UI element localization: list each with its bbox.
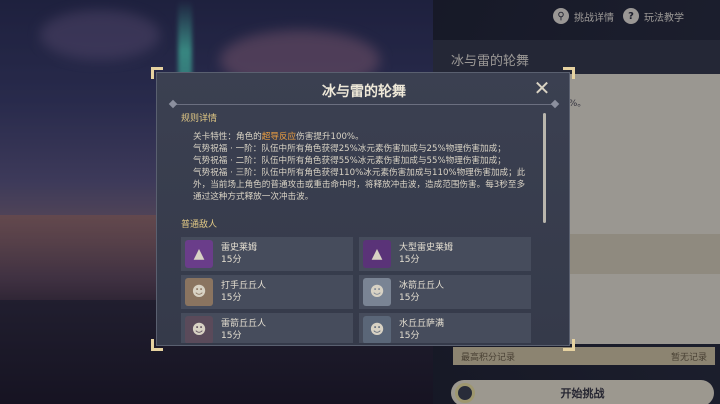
corner-ornament xyxy=(563,67,575,79)
superconduct-highlight: 超导反应 xyxy=(261,132,297,142)
enemy-card[interactable]: ▲ 雷史莱姆 15分 xyxy=(181,237,353,271)
corner-ornament xyxy=(151,67,163,79)
enemy-card[interactable]: ☻ 冰箭丘丘人 15分 xyxy=(359,275,531,309)
corner-ornament xyxy=(151,339,163,351)
rules-intro: 关卡特性：角色的 xyxy=(193,132,262,142)
rules-intro-end: 伤害提升100%。 xyxy=(296,132,364,142)
electro-slime-icon: ▲ xyxy=(185,240,213,268)
rule-line: 气势祝福 · 三阶：队伍中所有角色获得110%冰元素伤害加成与110%物理伤害加… xyxy=(193,168,526,202)
enemy-card[interactable]: ☻ 雷箭丘丘人 15分 xyxy=(181,313,353,343)
event-detail-dialog: 冰与雷的轮舞 ✕ 规则详情 关卡特性：角色的超导反应伤害提升100%。 气势祝福… xyxy=(151,67,575,351)
dialog-title: 冰与雷的轮舞 xyxy=(322,84,406,100)
hydro-samachurl-icon: ☻ xyxy=(363,316,391,343)
enemy-card[interactable]: ▲ 大型雷史莱姆 15分 xyxy=(359,237,531,271)
enemy-name: 冰箭丘丘人 xyxy=(399,281,445,291)
enemy-list: ▲ 雷史莱姆 15分 ▲ 大型雷史莱姆 15分 ☻ 打手丘丘人 15分 ☻ 冰箭丘丘人… xyxy=(181,237,541,343)
large-electro-slime-icon: ▲ xyxy=(363,240,391,268)
scrollbar[interactable] xyxy=(543,113,546,223)
enemy-score: 15分 xyxy=(399,331,420,341)
enemy-score: 15分 xyxy=(399,293,420,303)
enemy-card[interactable]: ☻ 打手丘丘人 15分 xyxy=(181,275,353,309)
rule-line: 气势祝福 · 二阶：队伍中所有角色获得55%冰元素伤害加成与55%物理伤害加成； xyxy=(193,156,506,166)
enemy-score: 15分 xyxy=(399,255,420,265)
dialog-scroll-area[interactable]: 规则详情 关卡特性：角色的超导反应伤害提升100%。 气势祝福 · 一阶：队伍中… xyxy=(181,111,541,343)
enemy-score: 15分 xyxy=(221,255,242,265)
close-icon[interactable]: ✕ xyxy=(531,77,553,99)
hilichurl-fighter-icon: ☻ xyxy=(185,278,213,306)
cryo-hilichurl-shooter-icon: ☻ xyxy=(363,278,391,306)
electro-hilichurl-shooter-icon: ☻ xyxy=(185,316,213,343)
enemies-heading: 普通敌人 xyxy=(181,220,218,230)
enemy-name: 雷史莱姆 xyxy=(221,243,258,253)
enemy-score: 15分 xyxy=(221,293,242,303)
enemy-name: 雷箭丘丘人 xyxy=(221,319,267,329)
enemy-card[interactable]: ☻ 水丘丘萨满 15分 xyxy=(359,313,531,343)
rule-line: 气势祝福 · 一阶：队伍中所有角色获得25%冰元素伤害加成与25%物理伤害加成； xyxy=(193,144,506,154)
title-divider xyxy=(173,104,555,105)
enemy-name: 大型雷史莱姆 xyxy=(399,243,454,253)
rules-text: 关卡特性：角色的超导反应伤害提升100%。 气势祝福 · 一阶：队伍中所有角色获… xyxy=(181,131,526,203)
rules-heading: 规则详情 xyxy=(181,114,218,124)
rules-intro-line: 关卡特性：角色的超导反应伤害提升100%。 xyxy=(193,131,526,143)
corner-ornament xyxy=(563,339,575,351)
enemy-score: 15分 xyxy=(221,331,242,341)
enemy-name: 打手丘丘人 xyxy=(221,281,267,291)
enemy-name: 水丘丘萨满 xyxy=(399,319,445,329)
